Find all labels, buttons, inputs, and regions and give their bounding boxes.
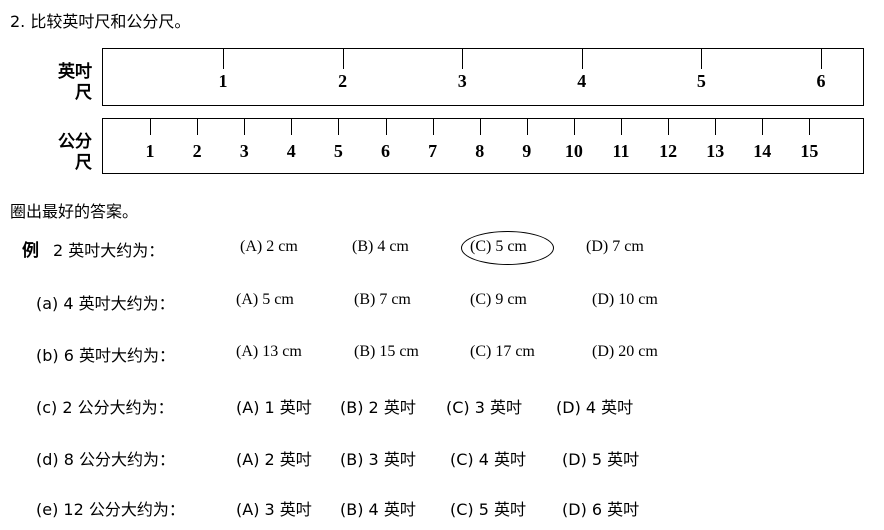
- inch-ruler-label-line1: 英吋: [58, 62, 92, 82]
- example-question: 例 2 英吋大约为：: [22, 236, 164, 261]
- example-option-a: (A) 2 cm: [240, 238, 298, 255]
- option-b: (B) 7 cm: [354, 291, 411, 308]
- option-d: (D) 20 cm: [592, 343, 658, 360]
- cm-ruler-tick: [526, 119, 528, 135]
- inch-ruler-number: 6: [816, 71, 826, 91]
- option-a: (A) 2 英吋: [236, 450, 312, 469]
- inch-ruler: 1 2 3 4 5 6: [102, 48, 864, 106]
- question-label: (e) 12 公分大约为：: [36, 500, 185, 519]
- option-c: (C) 5 英吋: [450, 500, 527, 519]
- cm-ruler-number: 8: [475, 141, 485, 161]
- example-option-c: (C) 5 cm: [470, 238, 527, 255]
- inch-ruler-number: 2: [338, 71, 348, 91]
- option-c: (C) 4 英吋: [450, 450, 527, 469]
- inch-ruler-tick: [821, 49, 822, 69]
- option-d: (D) 10 cm: [592, 291, 658, 308]
- cm-ruler-tick: [715, 119, 717, 135]
- option-c: (C) 3 英吋: [446, 398, 523, 417]
- cm-ruler-tick: [291, 119, 293, 135]
- cm-ruler-tick: [244, 119, 246, 135]
- inch-ruler-label: 英吋 尺: [40, 62, 92, 104]
- cm-ruler-tick: [432, 119, 434, 135]
- cm-ruler-label: 公分 尺: [40, 132, 92, 174]
- cm-ruler-number: 10: [564, 141, 583, 161]
- cm-ruler-tick: [338, 119, 340, 135]
- inch-ruler-tick: [581, 49, 583, 69]
- inch-ruler-tick: [342, 49, 344, 69]
- cm-ruler-number: 11: [612, 141, 630, 161]
- inch-ruler-number: 4: [577, 71, 587, 91]
- example-tag: 例: [22, 241, 39, 261]
- cm-ruler-number: 6: [381, 141, 390, 161]
- cm-ruler-number: 15: [800, 141, 819, 161]
- question-label: (d) 8 公分大约为：: [36, 450, 175, 469]
- cm-ruler-tick: [762, 119, 764, 135]
- cm-ruler-number: 4: [286, 141, 296, 161]
- cm-ruler-tick: [621, 119, 622, 135]
- inch-ruler-label-line2: 尺: [75, 83, 92, 103]
- option-d: (D) 5 英吋: [562, 450, 640, 469]
- example-question-text: 2 英吋大约为：: [53, 241, 165, 260]
- option-b: (B) 3 英吋: [340, 450, 416, 469]
- inch-ruler-tick: [701, 49, 703, 69]
- inch-ruler-number: 5: [696, 71, 706, 91]
- example-option-d: (D) 7 cm: [586, 238, 644, 255]
- option-a: (A) 5 cm: [236, 291, 294, 308]
- question-label: (c) 2 公分大约为：: [36, 398, 174, 417]
- cm-ruler-tick: [573, 119, 575, 135]
- exercise-title: 2. 比较英吋尺和公分尺。: [10, 12, 191, 31]
- option-c: (C) 9 cm: [470, 291, 527, 308]
- cm-ruler-tick: [150, 119, 151, 135]
- cm-ruler-number: 7: [428, 141, 438, 161]
- cm-ruler-tick: [479, 119, 481, 135]
- cm-ruler-number: 9: [522, 141, 532, 161]
- option-d: (D) 6 英吋: [562, 500, 640, 519]
- cm-ruler-label-line1: 公分: [58, 132, 92, 152]
- inch-ruler-number: 3: [457, 71, 467, 91]
- cm-ruler-number: 14: [753, 141, 772, 161]
- cm-ruler-number: 1: [145, 141, 155, 161]
- option-a: (A) 13 cm: [236, 343, 302, 360]
- option-b: (B) 4 英吋: [340, 500, 416, 519]
- cm-ruler-tick: [668, 119, 670, 135]
- inch-ruler-tick: [462, 49, 464, 69]
- inch-ruler-tick: [223, 49, 224, 69]
- cm-ruler-number: 13: [706, 141, 725, 161]
- inch-ruler-number: 1: [218, 71, 228, 91]
- option-b: (B) 15 cm: [354, 343, 419, 360]
- option-c: (C) 17 cm: [470, 343, 535, 360]
- example-option-b: (B) 4 cm: [352, 238, 409, 255]
- question-label: (a) 4 英吋大约为：: [36, 294, 175, 313]
- option-d: (D) 4 英吋: [556, 398, 634, 417]
- option-b: (B) 2 英吋: [340, 398, 416, 417]
- cm-ruler-number: 5: [333, 141, 343, 161]
- cm-ruler-number: 3: [239, 141, 249, 161]
- cm-ruler-tick: [809, 119, 811, 135]
- cm-ruler-number: 2: [192, 141, 202, 161]
- cm-ruler-number: 12: [659, 141, 678, 161]
- question-label: (b) 6 英吋大约为：: [36, 346, 175, 365]
- cm-ruler-tick: [197, 119, 199, 135]
- instruction: 圈出最好的答案。: [10, 202, 139, 221]
- cm-ruler-label-line2: 尺: [75, 153, 92, 173]
- cm-ruler-tick: [385, 119, 387, 135]
- cm-ruler: 1 2 3 4 5 6 7 8 9 10 11 12 13 14 15: [102, 118, 864, 174]
- option-a: (A) 3 英吋: [236, 500, 312, 519]
- option-a: (A) 1 英吋: [236, 398, 312, 417]
